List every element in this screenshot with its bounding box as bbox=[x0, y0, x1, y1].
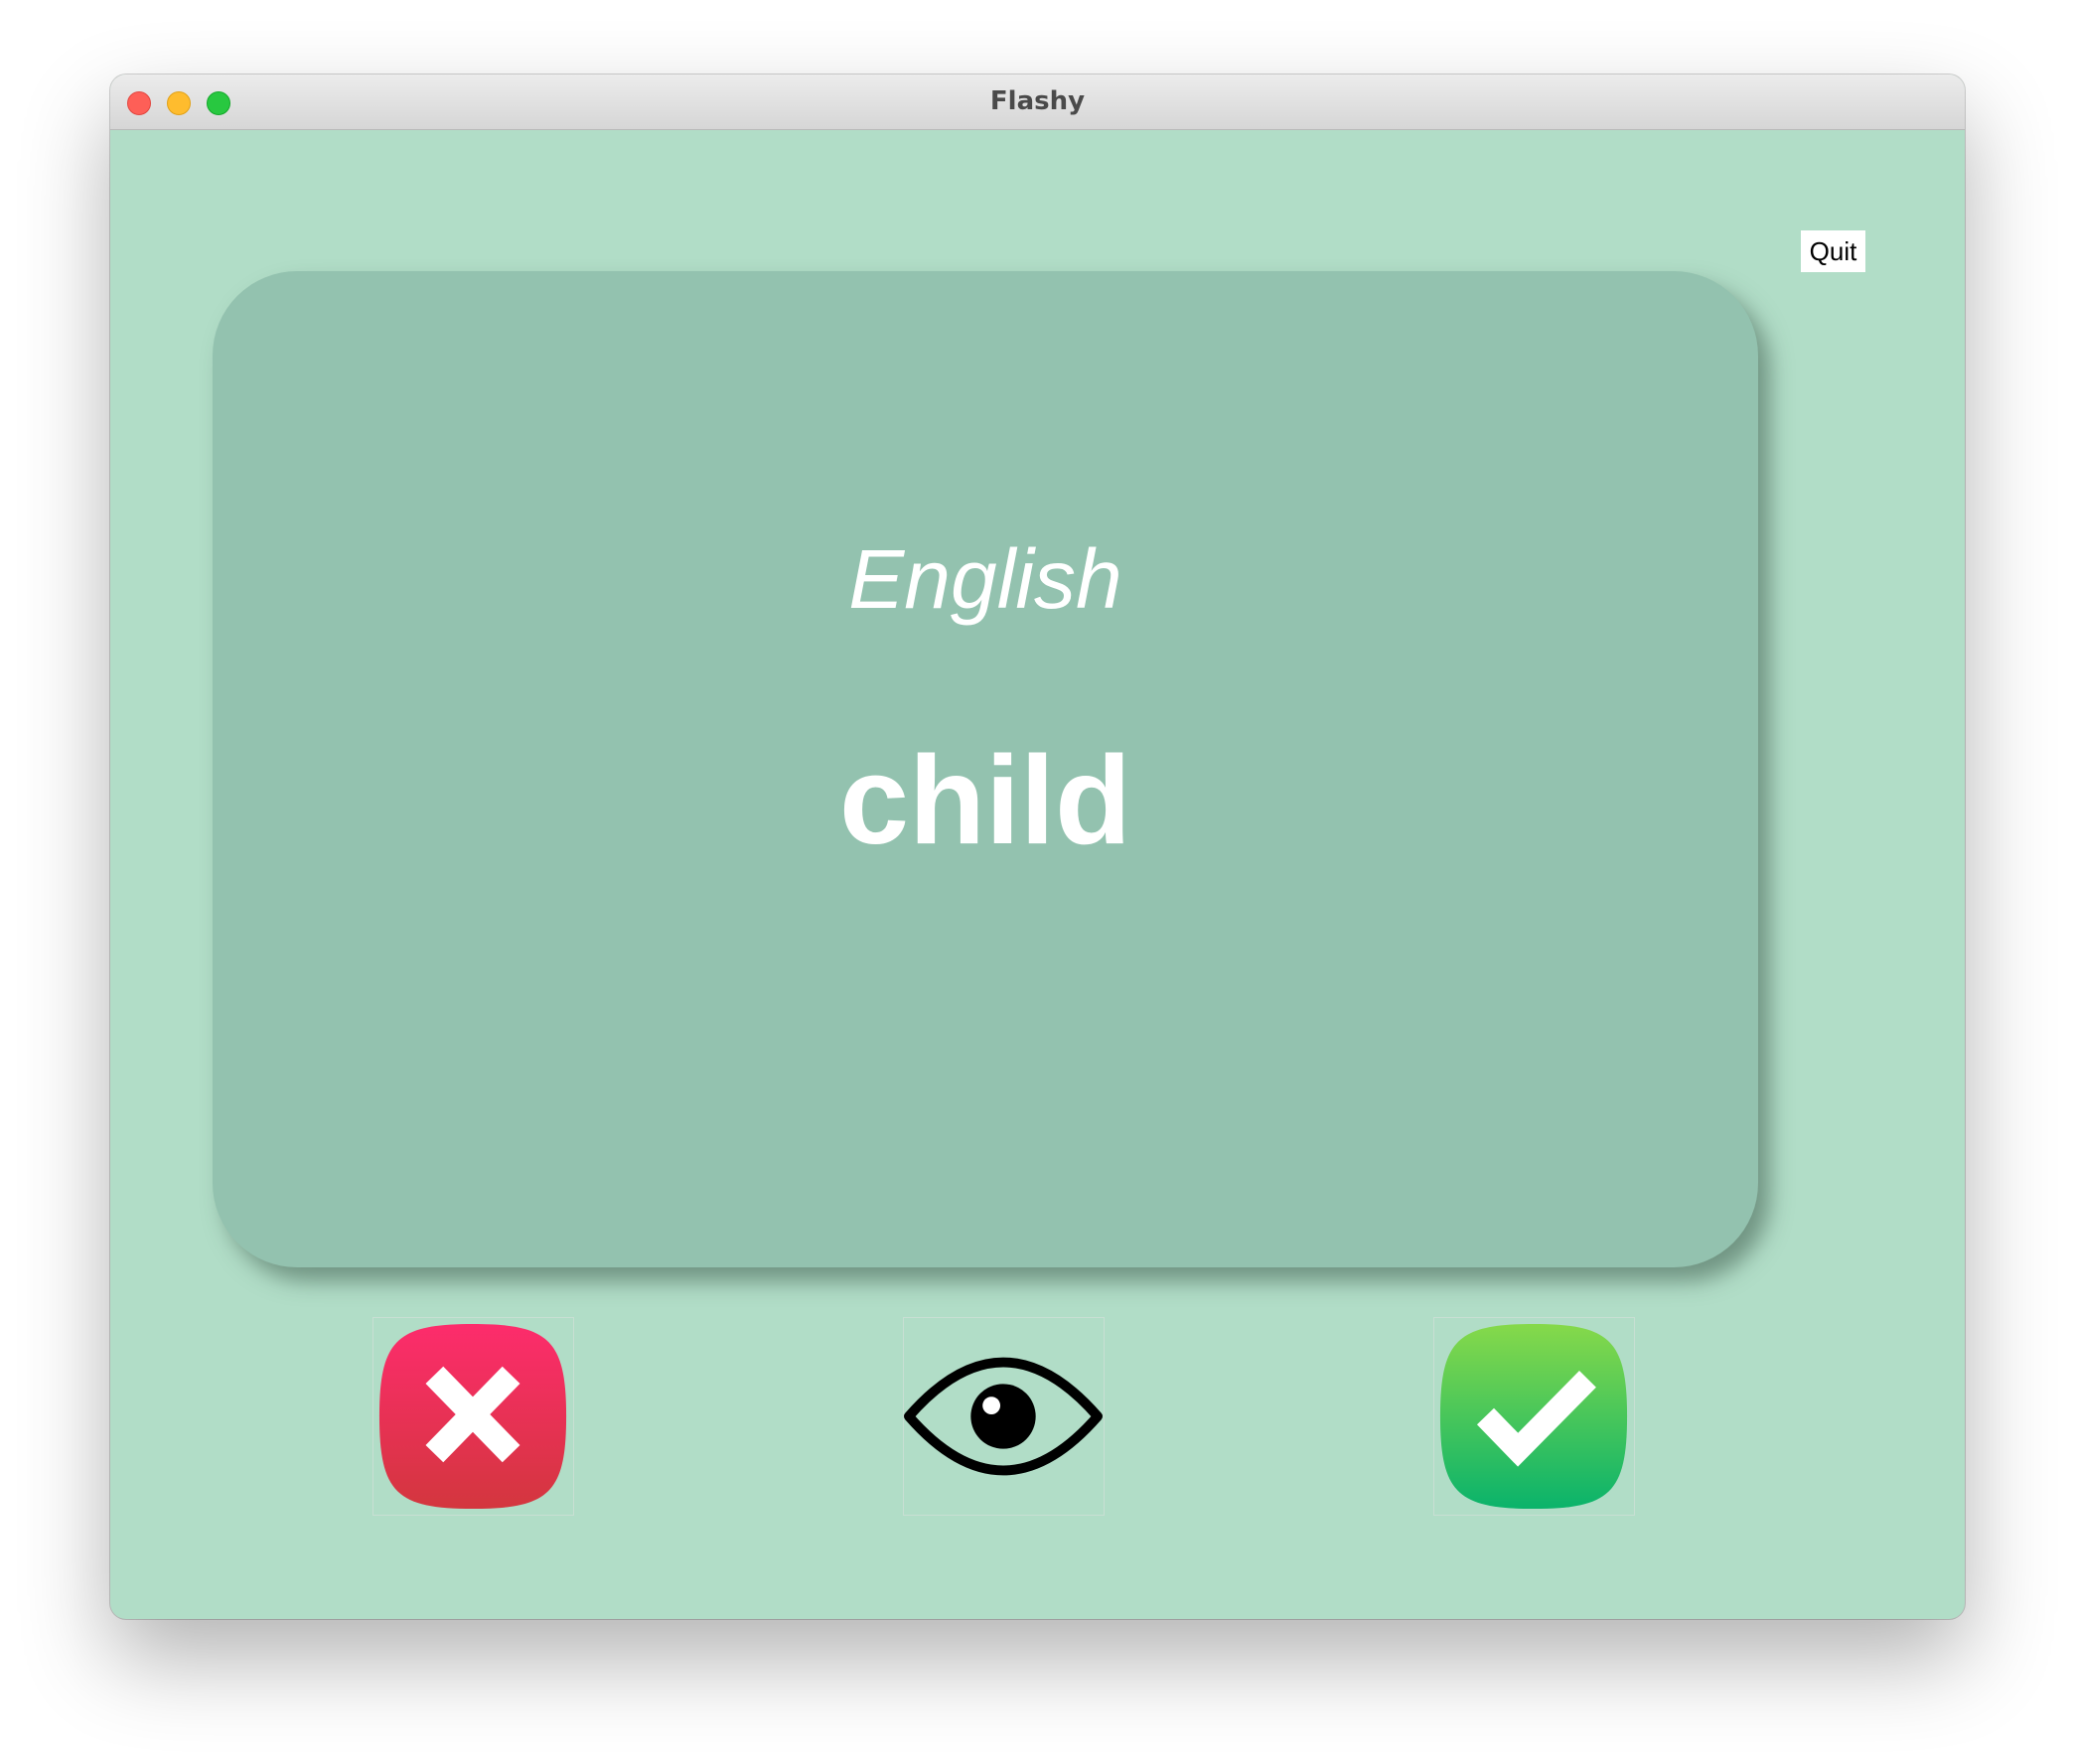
correct-answer-button[interactable] bbox=[1433, 1317, 1635, 1516]
checkmark-icon bbox=[1439, 1323, 1628, 1510]
wrong-answer-button[interactable] bbox=[372, 1317, 574, 1516]
card-word: child bbox=[838, 730, 1132, 870]
window-title: Flashy bbox=[989, 86, 1086, 116]
quit-button[interactable]: Quit bbox=[1801, 230, 1865, 272]
flip-card-button[interactable] bbox=[903, 1317, 1105, 1516]
app-window: Flashy Quit English child bbox=[110, 74, 1965, 1619]
card-language-label: English bbox=[848, 532, 1122, 626]
title-bar: Flashy bbox=[110, 74, 1965, 130]
eye-icon bbox=[904, 1357, 1103, 1476]
cross-icon bbox=[378, 1323, 567, 1510]
flashcard: English child bbox=[213, 271, 1758, 1267]
